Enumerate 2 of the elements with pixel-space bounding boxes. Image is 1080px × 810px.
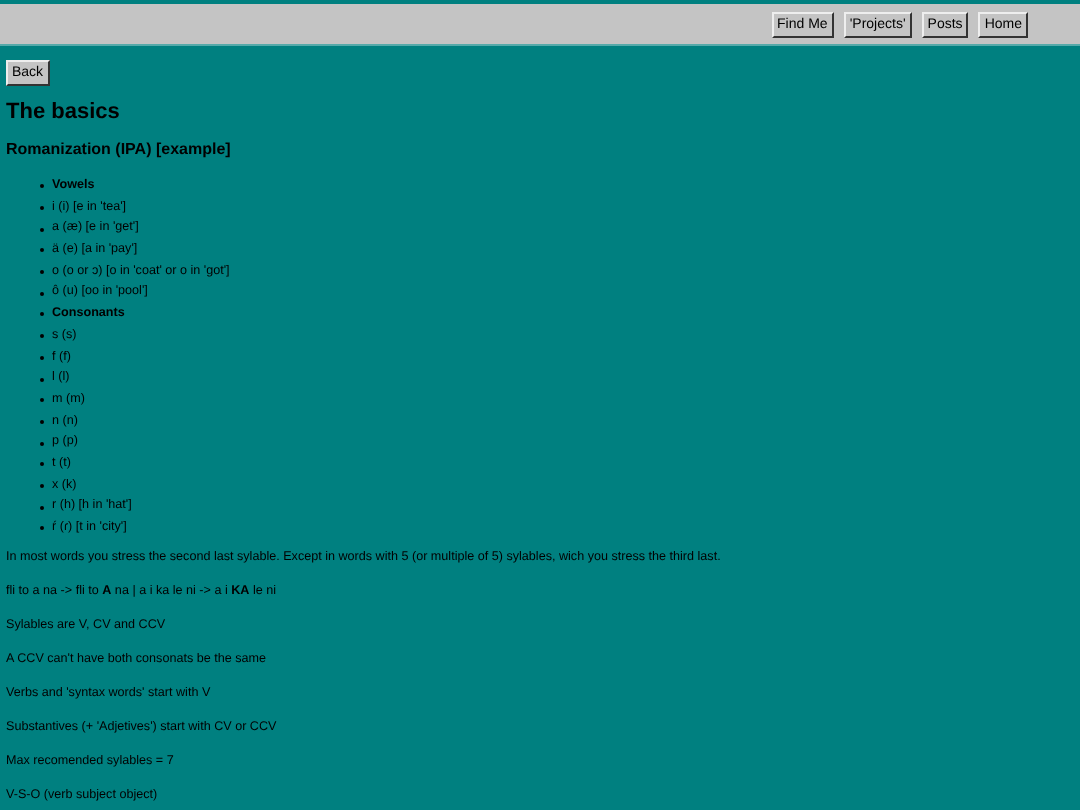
section-heading: Romanization (IPA) [example]	[6, 140, 233, 158]
page-title: The basics	[6, 100, 122, 124]
